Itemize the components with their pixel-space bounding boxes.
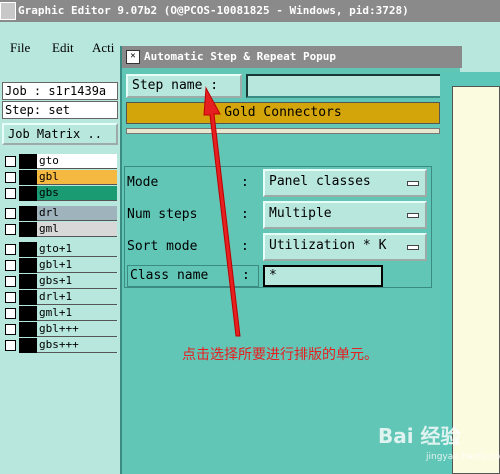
watermark: Bai 经验 <box>378 424 461 448</box>
watermark-url: jingyan.baidu.com <box>426 452 500 462</box>
annotation-text: 点击选择所要进行排版的单元。 <box>182 347 378 363</box>
red-arrow-icon <box>203 86 241 337</box>
arrow-annotation <box>203 86 241 337</box>
